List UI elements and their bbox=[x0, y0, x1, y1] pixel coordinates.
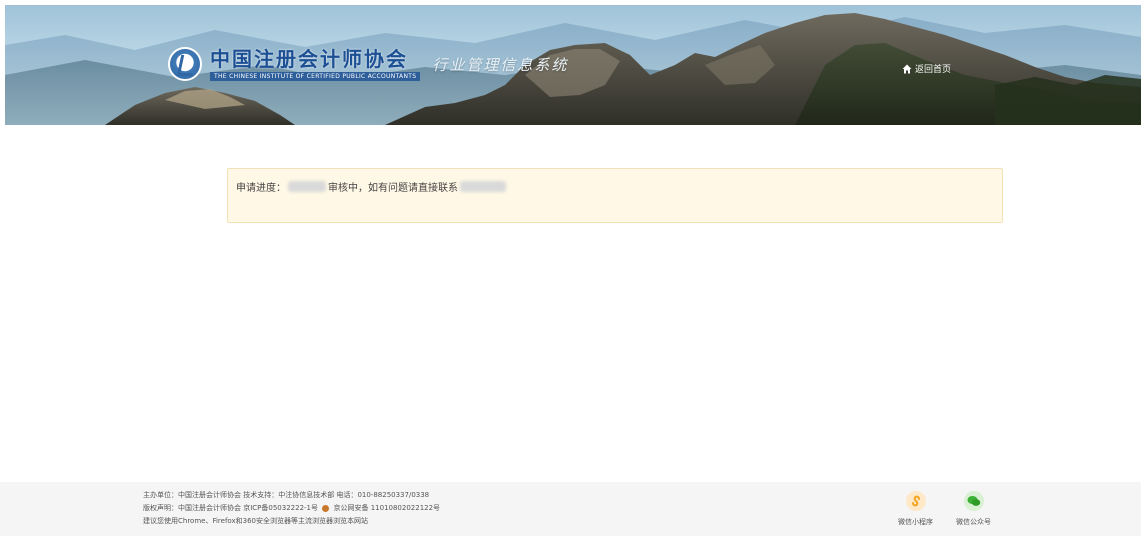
org-name-cn: 中国注册会计师协会 bbox=[210, 46, 408, 71]
wechat-icon bbox=[963, 491, 984, 511]
cicpa-emblem-icon bbox=[168, 47, 202, 81]
mini-program-link[interactable]: 微信小程序 bbox=[898, 491, 933, 527]
home-icon bbox=[902, 64, 912, 73]
page-footer: 主办单位：中国注册会计师协会 技术支持：中注协信息技术部 电话：010-8825… bbox=[0, 482, 1141, 536]
application-status-notice: 申请进度： 审核中，如有问题请直接联系 bbox=[227, 168, 1003, 223]
footer-browser-tip: 建议您使用Chrome、Firefox和360安全浏览器等主流浏览器浏览本网站 bbox=[143, 517, 368, 525]
footer-copyright-line: 版权声明：中国注册会计师协会 京ICP备05032222-1号 京公网安备 11… bbox=[143, 502, 440, 515]
site-logo[interactable]: 中国注册会计师协会 THE CHINESE INSTITUTE OF CERTI… bbox=[168, 47, 568, 81]
mini-program-icon bbox=[905, 491, 926, 511]
system-name: 行业管理信息系统 bbox=[432, 55, 569, 74]
logo-text-block: 中国注册会计师协会 THE CHINESE INSTITUTE OF CERTI… bbox=[210, 46, 421, 81]
status-prefix: 申请进度： bbox=[236, 183, 286, 194]
header-banner: 中国注册会计师协会 THE CHINESE INSTITUTE OF CERTI… bbox=[5, 5, 1141, 125]
footer-info: 主办单位：中国注册会计师协会 技术支持：中注协信息技术部 电话：010-8825… bbox=[143, 489, 440, 528]
footer-icp[interactable]: 版权声明：中国注册会计师协会 京ICP备05032222-1号 bbox=[143, 504, 318, 512]
redacted-applicant bbox=[288, 181, 326, 192]
status-text: 审核中，如有问题请直接联系 bbox=[328, 183, 458, 194]
home-link[interactable]: 返回首页 bbox=[902, 62, 951, 75]
police-badge-icon bbox=[322, 504, 330, 512]
footer-sponsor-line: 主办单位：中国注册会计师协会 技术支持：中注协信息技术部 电话：010-8825… bbox=[143, 491, 430, 499]
footer-public-security[interactable]: 京公网安备 11010802022122号 bbox=[333, 504, 440, 512]
home-link-label: 返回首页 bbox=[915, 65, 952, 75]
mini-program-label: 微信小程序 bbox=[898, 518, 933, 526]
wechat-official-account-link[interactable]: 微信公众号 bbox=[956, 491, 991, 527]
org-name-en: THE CHINESE INSTITUTE OF CERTIFIED PUBLI… bbox=[210, 71, 421, 81]
redacted-contact bbox=[460, 181, 506, 192]
status-line: 申请进度： 审核中，如有问题请直接联系 bbox=[236, 179, 508, 194]
official-account-label: 微信公众号 bbox=[956, 518, 991, 526]
